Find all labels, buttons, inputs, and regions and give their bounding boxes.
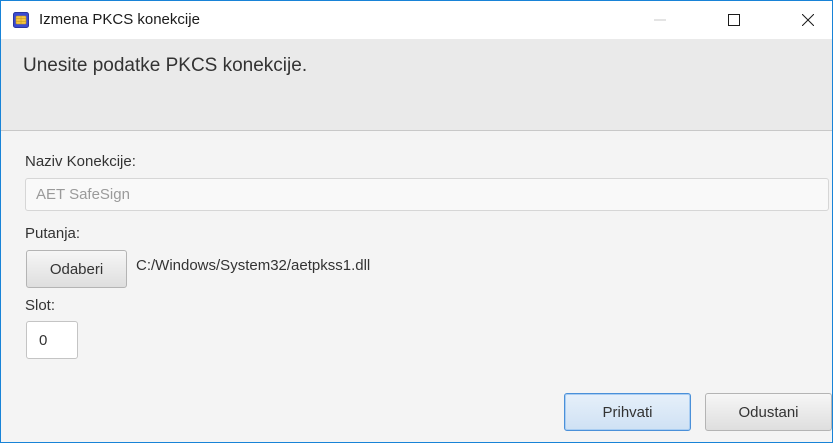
accept-button[interactable]: Prihvati <box>564 393 691 431</box>
path-label: Putanja: <box>25 225 81 242</box>
path-value: C:/Windows/System32/aetpkss1.dll <box>136 257 371 274</box>
close-button[interactable] <box>785 1 831 39</box>
name-label: Naziv Konekcije: <box>25 153 136 170</box>
slot-label: Slot: <box>25 297 56 314</box>
close-icon <box>802 14 814 26</box>
window-title: Izmena PKCS konekcije <box>39 11 200 28</box>
title-bar[interactable]: Izmena PKCS konekcije <box>1 1 832 39</box>
cancel-button[interactable]: Odustani <box>705 393 832 431</box>
maximize-button[interactable] <box>711 1 757 39</box>
minimize-icon <box>654 19 666 21</box>
smartcard-chip-icon <box>13 12 29 28</box>
dialog-header <box>1 39 832 131</box>
connection-name-field[interactable] <box>25 178 829 211</box>
browse-button[interactable]: Odaberi <box>26 250 127 288</box>
slot-field[interactable] <box>26 321 78 359</box>
minimize-button[interactable] <box>637 1 683 39</box>
header-text: Unesite podatke PKCS konekcije. <box>23 55 308 76</box>
maximize-icon <box>728 14 740 26</box>
dialog-window: Izmena PKCS konekcije Unesite podatke PK… <box>0 0 833 443</box>
